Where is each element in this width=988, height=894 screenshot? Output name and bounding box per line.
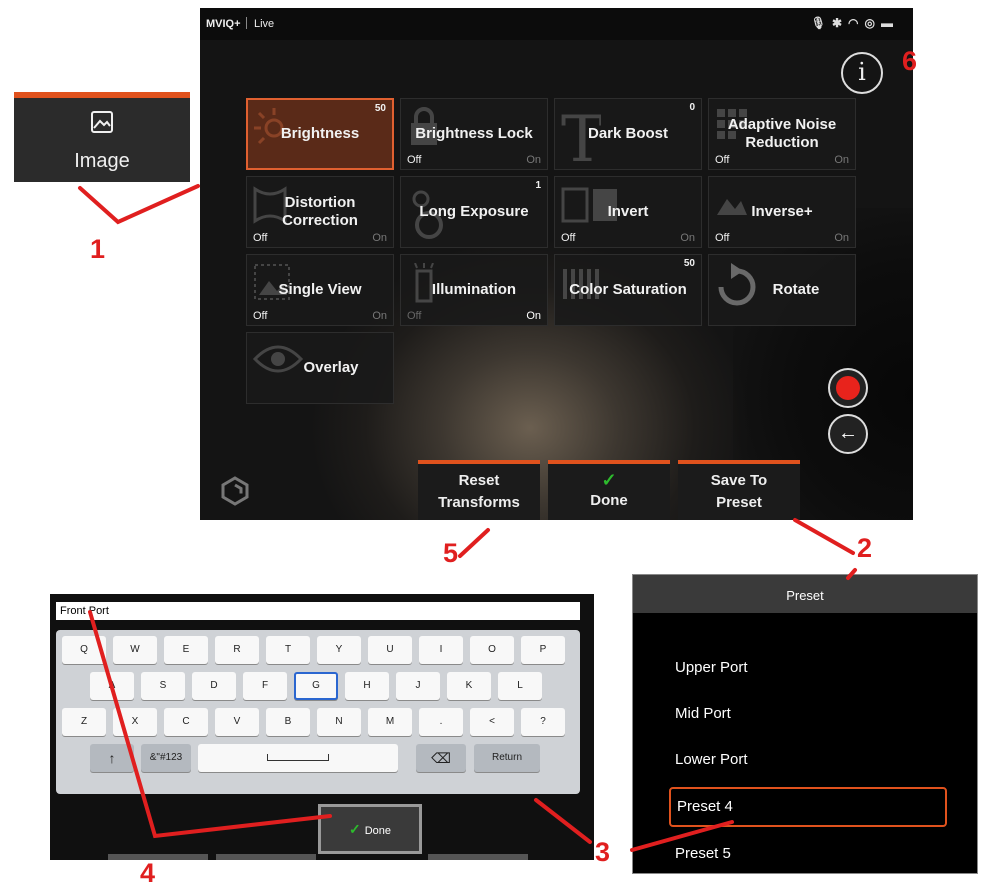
callout-lines [78, 184, 857, 852]
callout-3: 3 [595, 837, 611, 867]
callout-1: 1 [90, 234, 106, 264]
callout-2: 2 [857, 533, 873, 563]
callout-6: 6 [902, 46, 918, 76]
callout-4: 4 [140, 858, 156, 888]
callout-5: 5 [443, 538, 459, 568]
